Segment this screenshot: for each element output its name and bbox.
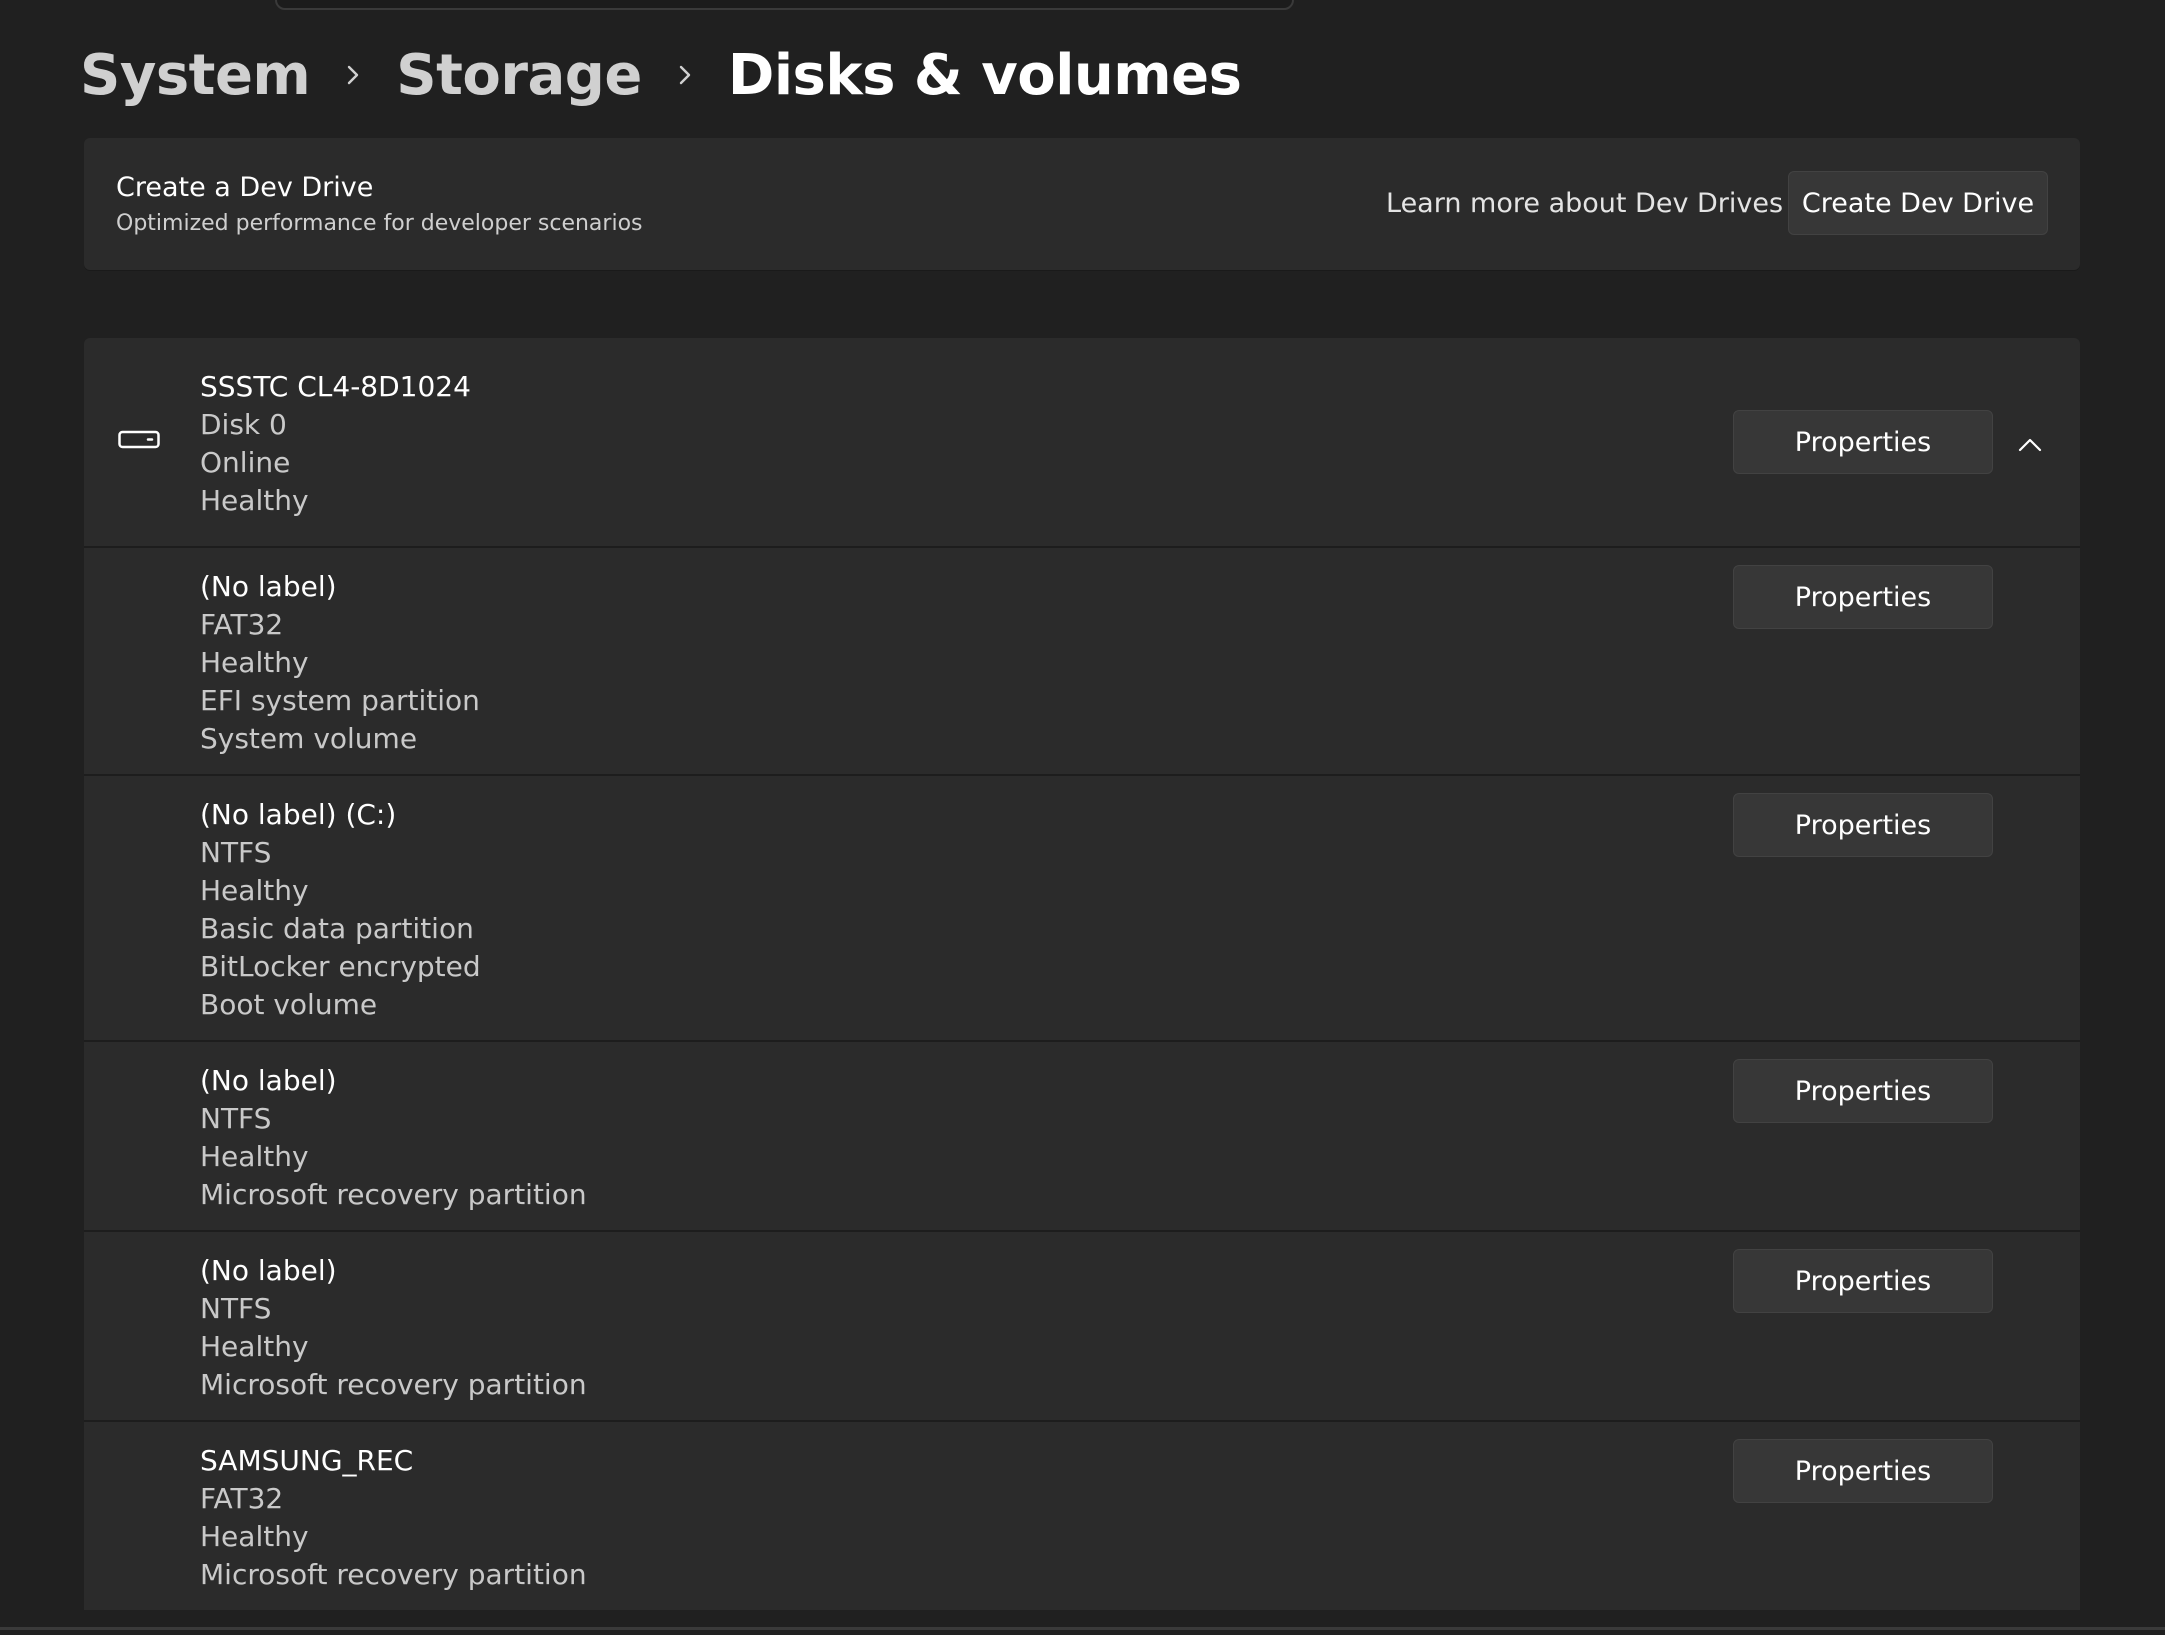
settings-page: System Storage Disks & volumes Create a …	[0, 0, 2165, 1635]
disk-number: Disk 0	[200, 408, 287, 441]
volume-filesystem: FAT32	[200, 608, 284, 641]
chevron-right-icon	[310, 64, 396, 86]
volume-filesystem: FAT32	[200, 1482, 284, 1515]
disk-row: SSSTC CL4-8D1024 Disk 0 Online Healthy P…	[84, 338, 2080, 548]
volume-info: (No label) FAT32 Healthy EFI system part…	[200, 568, 480, 758]
volume-health: Healthy	[200, 1330, 309, 1363]
dev-drive-card: Create a Dev Drive Optimized performance…	[84, 138, 2080, 270]
volume-filesystem: NTFS	[200, 1102, 272, 1135]
volume-row: (No label) NTFS Healthy Microsoft recove…	[84, 1232, 2080, 1422]
volume-health: Healthy	[200, 1520, 309, 1553]
volume-info: (No label) NTFS Healthy Microsoft recove…	[200, 1062, 587, 1214]
volume-filesystem: NTFS	[200, 836, 272, 869]
volume-row: (No label) FAT32 Healthy EFI system part…	[84, 548, 2080, 776]
volume-filesystem: NTFS	[200, 1292, 272, 1325]
window-bottom-divider	[0, 1627, 2165, 1630]
disk-health: Healthy	[200, 484, 309, 517]
disk-status: Online	[200, 446, 291, 479]
page-title: Disks & volumes	[727, 42, 1242, 108]
volume-health: Healthy	[200, 646, 309, 679]
breadcrumb-storage[interactable]: Storage	[396, 43, 642, 108]
chevron-up-icon[interactable]	[2010, 430, 2050, 460]
dev-drive-title: Create a Dev Drive	[116, 172, 374, 203]
volume-info: (No label) (C:) NTFS Healthy Basic data …	[200, 796, 481, 1024]
volume-partition-type: EFI system partition	[200, 684, 480, 717]
volume-label: SAMSUNG_REC	[200, 1444, 414, 1477]
chevron-right-icon	[642, 64, 728, 86]
volume-partition-type: Microsoft recovery partition	[200, 1558, 587, 1591]
volume-info: (No label) NTFS Healthy Microsoft recove…	[200, 1252, 587, 1404]
volume-health: Healthy	[200, 1140, 309, 1173]
breadcrumb-system[interactable]: System	[80, 43, 311, 108]
volume-row: (No label) (C:) NTFS Healthy Basic data …	[84, 776, 2080, 1042]
volume-row: SAMSUNG_REC FAT32 Healthy Microsoft reco…	[84, 1422, 2080, 1610]
volume-row: (No label) NTFS Healthy Microsoft recove…	[84, 1042, 2080, 1232]
volume-label: (No label)	[200, 570, 337, 603]
volume-encryption: BitLocker encrypted	[200, 950, 481, 983]
volume-health: Healthy	[200, 874, 309, 907]
volume-role: Boot volume	[200, 988, 378, 1021]
drive-icon	[118, 430, 160, 449]
learn-more-link[interactable]: Learn more about Dev Drives	[1386, 188, 1783, 219]
breadcrumb: System Storage Disks & volumes	[80, 35, 1242, 115]
dev-drive-subtitle: Optimized performance for developer scen…	[116, 211, 643, 236]
volume-properties-button[interactable]: Properties	[1733, 793, 1993, 857]
disk-properties-button[interactable]: Properties	[1733, 410, 1993, 474]
disk-info: SSSTC CL4-8D1024 Disk 0 Online Healthy	[200, 368, 471, 520]
volume-role: System volume	[200, 722, 418, 755]
volume-properties-button[interactable]: Properties	[1733, 1249, 1993, 1313]
volume-label: (No label)	[200, 1064, 337, 1097]
create-dev-drive-button[interactable]: Create Dev Drive	[1788, 171, 2048, 235]
search-box-edge[interactable]	[275, 0, 1294, 10]
disk-name: SSSTC CL4-8D1024	[200, 370, 471, 403]
volume-partition-type: Microsoft recovery partition	[200, 1368, 587, 1401]
volume-properties-button[interactable]: Properties	[1733, 1439, 1993, 1503]
volume-label: (No label)	[200, 1254, 337, 1287]
volume-partition-type: Basic data partition	[200, 912, 474, 945]
volume-partition-type: Microsoft recovery partition	[200, 1178, 587, 1211]
volume-info: SAMSUNG_REC FAT32 Healthy Microsoft reco…	[200, 1442, 587, 1594]
disk-list: SSSTC CL4-8D1024 Disk 0 Online Healthy P…	[84, 338, 2080, 1610]
volume-properties-button[interactable]: Properties	[1733, 1059, 1993, 1123]
volume-label: (No label) (C:)	[200, 798, 397, 831]
volume-properties-button[interactable]: Properties	[1733, 565, 1993, 629]
